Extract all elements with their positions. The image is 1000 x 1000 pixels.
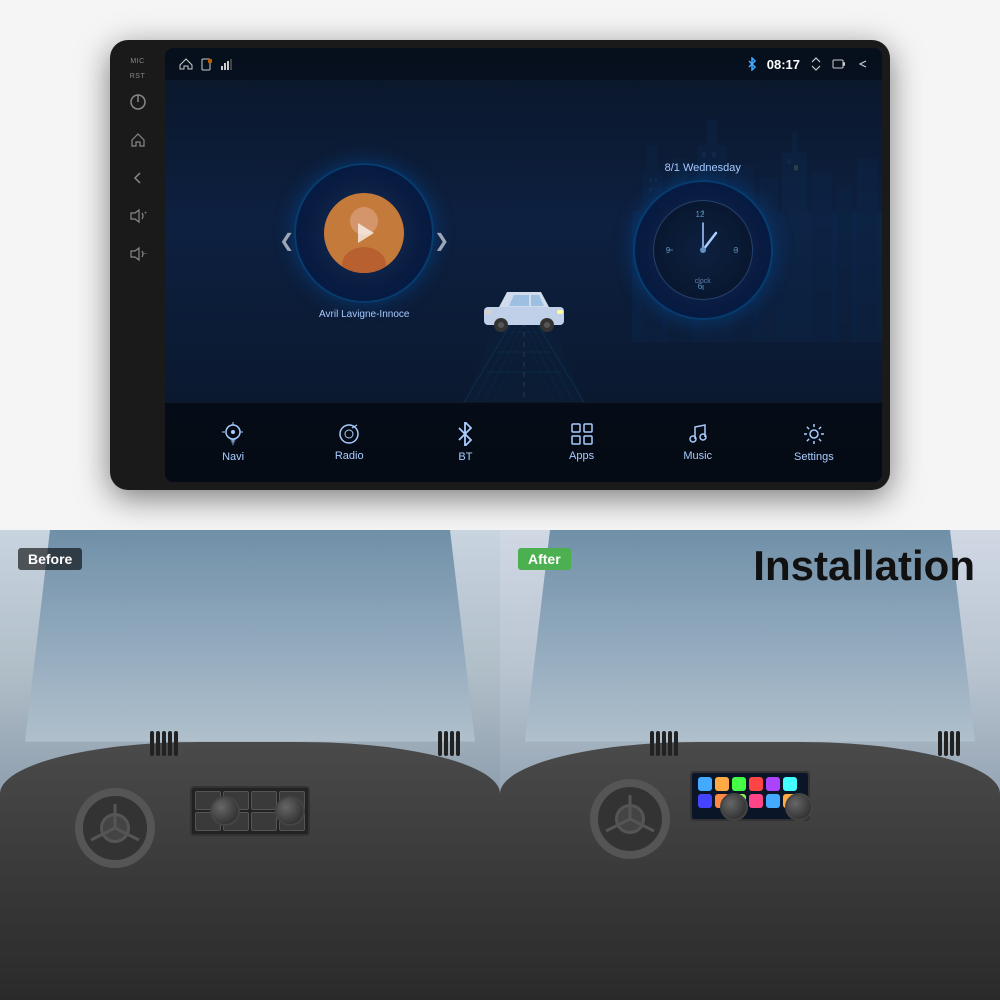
- installation-title-area: Installation: [753, 542, 975, 590]
- after-vent-left: [650, 731, 678, 756]
- file-status-icon: [201, 58, 213, 71]
- nav-item-music[interactable]: Music: [658, 423, 738, 462]
- after-vent-r4: [956, 731, 960, 756]
- before-knob-left: [210, 796, 240, 826]
- before-vent-left: [150, 731, 178, 756]
- music-widget: ❮ ❯ Avril Lavigne-Innoce: [274, 163, 454, 320]
- nav-item-navi[interactable]: Navi: [193, 422, 273, 463]
- clock-face: 12 3 6 9: [653, 200, 753, 300]
- power-button[interactable]: [124, 88, 152, 116]
- old-btn-7: [251, 812, 277, 831]
- vent-r2: [444, 731, 448, 756]
- status-center-area: 08:17: [747, 57, 868, 72]
- bottom-navigation: Navi Radio BT: [165, 402, 882, 482]
- installation-title: Installation: [753, 542, 975, 589]
- status-left-icons: [179, 58, 233, 71]
- car-svg: [479, 282, 569, 332]
- product-display-section: MIC RST: [0, 0, 1000, 530]
- rst-label: RST: [130, 73, 146, 80]
- screen-display: 08:17: [165, 48, 882, 482]
- after-vent-2: [656, 731, 660, 756]
- after-vent-r2: [944, 731, 948, 756]
- vent-1: [150, 731, 154, 756]
- radio-icon: [337, 423, 361, 445]
- svg-text:−: −: [143, 251, 147, 258]
- radio-label: Radio: [335, 450, 364, 462]
- vent-5: [174, 731, 178, 756]
- navi-label: Navi: [222, 451, 244, 463]
- settings-label: Settings: [794, 451, 834, 463]
- screen-main-content: ❮ ❯ Avril Lavigne-Innoce 8/1 Wednesday 1…: [165, 80, 882, 402]
- clock-circle: 12 3 6 9: [633, 180, 773, 320]
- apps-icon: [571, 423, 593, 445]
- music-label: Music: [683, 450, 712, 462]
- vent-r3: [450, 731, 454, 756]
- volume-up-button[interactable]: +: [124, 202, 152, 230]
- signal-status-icon: [221, 58, 233, 70]
- vent-4: [168, 731, 172, 756]
- side-controls: MIC RST: [110, 40, 165, 490]
- music-title: Avril Lavigne-Innoce: [319, 309, 409, 320]
- after-vent-4: [668, 731, 672, 756]
- status-time: 08:17: [767, 57, 800, 72]
- clock-label: clock: [695, 278, 711, 285]
- after-vent-1: [650, 731, 654, 756]
- clock-date: 8/1 Wednesday: [665, 162, 741, 174]
- after-steering-wheel: [590, 779, 670, 859]
- nav-item-radio[interactable]: Radio: [309, 423, 389, 462]
- vent-2: [156, 731, 160, 756]
- nav-item-apps[interactable]: Apps: [542, 423, 622, 462]
- back-button[interactable]: [124, 164, 152, 192]
- music-nav-arrows: ❮ ❯: [279, 231, 449, 252]
- after-interior: [500, 530, 1000, 1000]
- car-head-unit: MIC RST: [110, 40, 890, 490]
- battery-status-icon: [832, 59, 846, 69]
- next-arrow[interactable]: ❯: [434, 231, 449, 252]
- old-btn-3: [251, 791, 277, 810]
- before-steering-wheel: [75, 788, 155, 868]
- before-interior: [0, 530, 500, 1000]
- after-vent-3: [662, 731, 666, 756]
- after-vent-r3: [950, 731, 954, 756]
- before-label: Before: [18, 548, 82, 570]
- apps-label: Apps: [569, 450, 594, 462]
- clock-widget: 8/1 Wednesday 12 3 6 9: [633, 162, 773, 320]
- after-vent-5: [674, 731, 678, 756]
- signal-arrows-icon: [810, 57, 822, 71]
- after-vent-r1: [938, 731, 942, 756]
- mic-label: MIC: [130, 58, 144, 65]
- back-status-icon: [856, 58, 868, 70]
- before-vent-right: [438, 731, 460, 756]
- before-dashboard: [0, 742, 500, 1000]
- before-knob-right: [275, 796, 305, 826]
- after-vent-right: [938, 731, 960, 756]
- vent-3: [162, 731, 166, 756]
- installation-comparison: Installation Before: [0, 530, 1000, 1000]
- bt-label: BT: [458, 451, 472, 463]
- music-icon: [687, 423, 709, 445]
- svg-text:12: 12: [695, 210, 704, 219]
- home-button[interactable]: [124, 126, 152, 154]
- volume-down-button[interactable]: −: [124, 240, 152, 268]
- bt-icon: [456, 422, 474, 446]
- navi-icon: [222, 422, 244, 446]
- after-panel: After: [500, 530, 1000, 1000]
- nav-item-bt[interactable]: BT: [425, 422, 505, 463]
- bluetooth-status-icon: [747, 57, 757, 71]
- vent-r1: [438, 731, 442, 756]
- prev-arrow[interactable]: ❮: [279, 231, 294, 252]
- status-bar: 08:17: [165, 48, 882, 80]
- vent-r4: [456, 731, 460, 756]
- home-status-icon: [179, 58, 193, 70]
- after-label: After: [518, 548, 571, 570]
- svg-text:+: +: [144, 211, 147, 217]
- before-panel: Before: [0, 530, 500, 1000]
- settings-icon: [802, 422, 826, 446]
- nav-item-settings[interactable]: Settings: [774, 422, 854, 463]
